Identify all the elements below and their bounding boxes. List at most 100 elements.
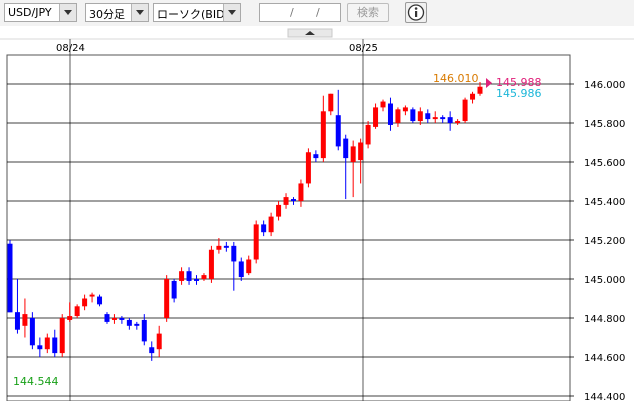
candle-body (194, 279, 200, 281)
chevron-down-icon[interactable] (59, 4, 76, 21)
candle-body (305, 152, 311, 184)
candle-body (313, 154, 319, 159)
candle-body (335, 115, 341, 147)
info-button[interactable] (405, 2, 427, 23)
candlestick-chart: 08/24 08/25 146.000 145.800 145.600 145.400 14… (0, 28, 634, 403)
candle-body (328, 93, 334, 112)
candle-body (290, 199, 296, 201)
candle-body (89, 294, 95, 297)
date-separator: / (316, 6, 320, 19)
candle-body (134, 323, 140, 326)
currency-pair-value: USD/JPY (8, 6, 52, 19)
date-label: 08/25 (349, 43, 378, 54)
candle-body (52, 337, 58, 354)
y-tick-label: 145.400 (584, 197, 625, 208)
candle-body (417, 111, 423, 122)
candle-body (462, 99, 468, 122)
candle-body (283, 197, 289, 205)
candle-body (268, 216, 274, 233)
chevron-down-icon[interactable] (223, 4, 240, 21)
candle-body (104, 314, 110, 322)
low-price-label: 144.544 (13, 375, 59, 388)
candle-body (470, 93, 476, 100)
candle (164, 275, 170, 322)
y-tick-label: 146.000 (584, 80, 625, 91)
candle-body (387, 103, 393, 125)
candle-body (156, 333, 162, 350)
candle-body (246, 259, 252, 274)
candle-body (7, 243, 13, 313)
candle (253, 220, 259, 264)
date-input[interactable]: / / (259, 3, 341, 22)
y-tick-label: 144.400 (584, 392, 625, 401)
candle-body (350, 146, 356, 162)
candle (208, 245, 214, 283)
candle-body (149, 347, 155, 354)
chart-grid (6, 39, 574, 402)
candle-body (126, 319, 132, 326)
candle-body (343, 138, 349, 159)
y-tick-label: 145.000 (584, 275, 625, 286)
candle (462, 97, 468, 123)
high-price-label: 146.010 (433, 72, 479, 85)
candle-body (14, 312, 20, 330)
candle-body (171, 280, 177, 299)
candle (305, 148, 311, 188)
candle-body (67, 316, 73, 320)
candle-body (231, 245, 237, 262)
candle-body (223, 245, 229, 248)
y-tick-label: 145.800 (584, 119, 625, 130)
candle-body (238, 261, 244, 278)
candle-body (186, 271, 192, 281)
candle-body (22, 314, 28, 326)
candle-body (425, 113, 431, 120)
timeframe-value: 30分足 (89, 8, 125, 21)
y-tick-label: 145.600 (584, 158, 625, 169)
toolbar: USD/JPY 30分足 ローソク(BID) / / 検索 (0, 0, 634, 26)
candle-body (402, 107, 408, 112)
currency-pair-select[interactable]: USD/JPY (4, 3, 77, 22)
candle (7, 240, 13, 313)
candle-body (111, 318, 117, 320)
candle-body (179, 271, 185, 281)
chart-area: 08/24 08/25 146.000 145.800 145.600 145.400 14… (0, 28, 634, 403)
candle-body (59, 318, 65, 354)
candle (365, 121, 371, 149)
candle (74, 304, 80, 318)
candle-body (455, 121, 461, 123)
chart-type-select[interactable]: ローソク(BID) (153, 3, 241, 22)
timeframe-select[interactable]: 30分足 (85, 3, 149, 22)
candle-body (432, 117, 438, 120)
candle-body (141, 319, 147, 342)
chevron-down-icon[interactable] (131, 4, 148, 21)
search-button[interactable]: 検索 (347, 3, 389, 22)
candle-body (74, 306, 80, 317)
date-separator: / (290, 6, 294, 19)
candle-body (395, 109, 401, 123)
candle-body (410, 109, 416, 122)
candle-body (44, 337, 50, 350)
candle-body (477, 86, 483, 94)
candle-body (276, 204, 282, 217)
y-tick-label: 144.600 (584, 353, 625, 364)
candle-body (216, 245, 222, 250)
candle-body (320, 111, 326, 159)
candle-body (365, 124, 371, 145)
candle-body (29, 318, 35, 346)
candle (59, 314, 65, 357)
chart-type-value: ローソク(BID) (157, 8, 229, 21)
date-label: 08/24 (56, 43, 85, 54)
plot-frame (6, 54, 571, 402)
candle-body (358, 142, 364, 161)
candle-body (37, 345, 43, 350)
candle-body (82, 298, 88, 307)
candle-body (253, 224, 259, 260)
bid-price-label: 145.986 (496, 87, 542, 100)
y-tick-label: 144.800 (584, 314, 625, 325)
candle-body (380, 101, 386, 108)
candle (410, 107, 416, 123)
candle-body (119, 318, 125, 320)
candle-body (164, 279, 170, 318)
candle-body (298, 183, 304, 201)
candle-body (447, 117, 453, 123)
